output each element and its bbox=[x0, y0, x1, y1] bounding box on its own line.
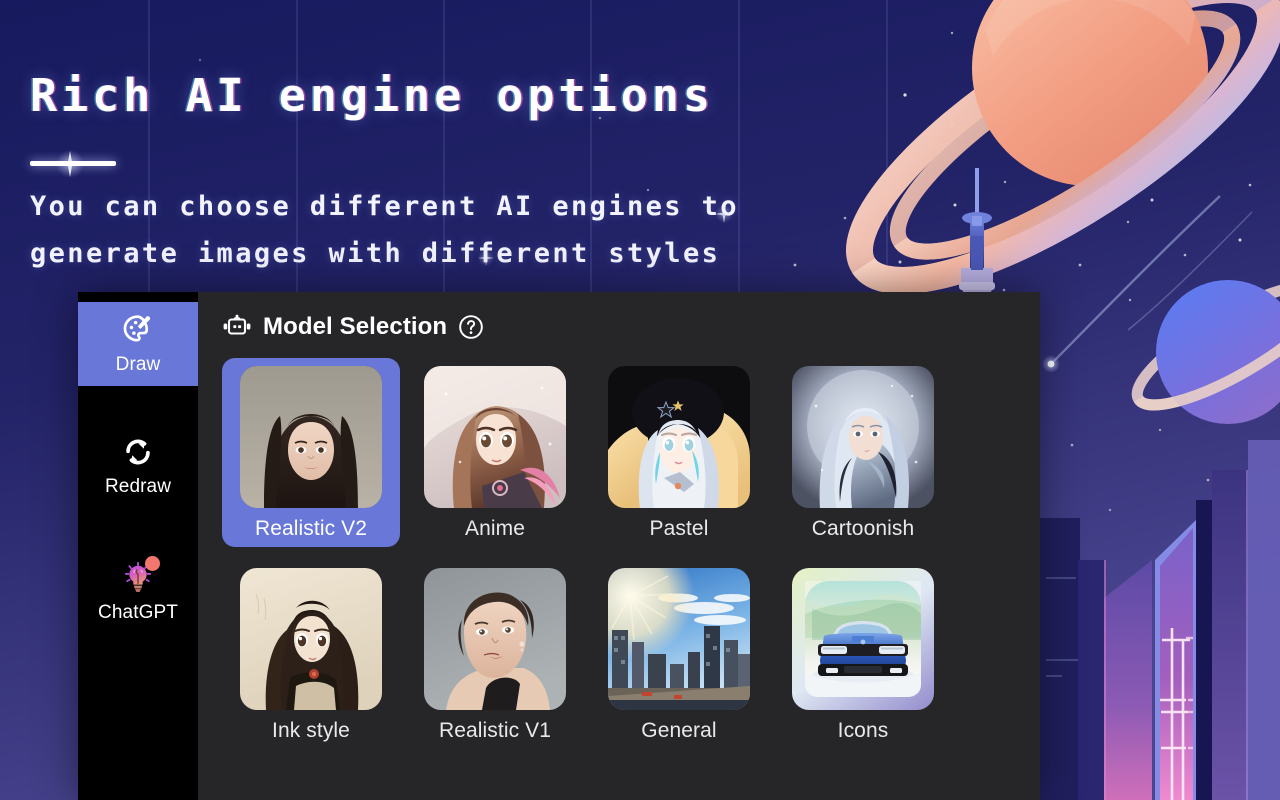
sidebar-item-label-chatgpt: ChatGPT bbox=[98, 602, 178, 623]
title-divider bbox=[30, 161, 116, 166]
sidebar-item-redraw[interactable]: Redraw bbox=[78, 424, 198, 508]
model-grid-row-2: Ink style Realistic V1 General Icons bbox=[222, 560, 1040, 749]
palette-icon bbox=[123, 315, 151, 342]
model-selection-panel: Model Selection Realistic V2 Anime Paste… bbox=[198, 292, 1040, 800]
model-thumbnail-anime bbox=[424, 366, 566, 508]
hero-subtitle-block: You can choose different AI engines to g… bbox=[30, 183, 930, 278]
model-label-cartoonish: Cartoonish bbox=[811, 517, 915, 540]
sidebar: Draw Redraw ChatGPT bbox=[78, 292, 198, 800]
model-label-general: General bbox=[641, 719, 717, 742]
model-card-pastel[interactable]: Pastel bbox=[590, 358, 768, 547]
palette-icon-wrap bbox=[118, 312, 158, 348]
model-label-icons: Icons bbox=[837, 719, 889, 742]
model-label-realistic-v1: Realistic V1 bbox=[438, 719, 552, 742]
thumb-art-realistic-v1 bbox=[424, 568, 566, 710]
refresh-icon bbox=[126, 439, 150, 465]
sidebar-item-label-draw: Draw bbox=[115, 354, 161, 375]
thumb-art-cartoonish bbox=[792, 366, 934, 508]
hero-heading-block: Rich AI engine options bbox=[30, 69, 810, 122]
question-circle-icon[interactable] bbox=[458, 314, 484, 340]
model-label-realistic-v2: Realistic V2 bbox=[254, 517, 368, 540]
thumb-art-anime bbox=[424, 366, 566, 508]
sidebar-item-chatgpt[interactable]: ChatGPT bbox=[78, 550, 198, 634]
sidebar-item-label-redraw: Redraw bbox=[104, 476, 172, 497]
sidebar-item-draw[interactable]: Draw bbox=[78, 302, 198, 386]
refresh-icon-wrap bbox=[118, 434, 158, 470]
model-thumbnail-cartoonish bbox=[792, 366, 934, 508]
model-label-anime: Anime bbox=[464, 517, 526, 540]
model-thumbnail-ink-style bbox=[240, 568, 382, 710]
robot-icon bbox=[223, 314, 251, 335]
thumb-art-ink-style bbox=[240, 568, 382, 710]
thumb-art-general bbox=[608, 568, 750, 710]
model-card-ink-style[interactable]: Ink style bbox=[222, 560, 400, 749]
panel-header: Model Selection bbox=[222, 310, 1040, 344]
model-card-general[interactable]: General bbox=[590, 560, 768, 749]
model-thumbnail-realistic-v2 bbox=[240, 366, 382, 508]
model-thumbnail-realistic-v1 bbox=[424, 568, 566, 710]
model-thumbnail-icons bbox=[792, 568, 934, 710]
model-card-anime[interactable]: Anime bbox=[406, 358, 584, 547]
page-title: Rich AI engine options bbox=[30, 69, 715, 122]
model-grid-row-1: Realistic V2 Anime Pastel Cartoonish bbox=[222, 358, 1040, 547]
model-thumbnail-general bbox=[608, 568, 750, 710]
model-thumbnail-pastel bbox=[608, 366, 750, 508]
thumb-art-pastel bbox=[608, 366, 750, 508]
model-label-ink-style: Ink style bbox=[272, 719, 350, 742]
model-label-pastel: Pastel bbox=[649, 517, 709, 540]
model-card-icons[interactable]: Icons bbox=[774, 560, 952, 749]
app-window: Draw Redraw ChatGPT Model Selection Real… bbox=[78, 292, 1040, 800]
subtitle-line-1: You can choose different AI engines to bbox=[30, 191, 739, 222]
panel-title: Model Selection bbox=[263, 313, 448, 340]
thumb-art-realistic-v2 bbox=[240, 366, 382, 508]
lightbulb-brain-icon-wrap bbox=[118, 556, 160, 596]
model-card-realistic-v2[interactable]: Realistic V2 bbox=[222, 358, 400, 547]
notification-badge-dot bbox=[145, 556, 160, 571]
model-card-realistic-v1[interactable]: Realistic V1 bbox=[406, 560, 584, 749]
model-card-cartoonish[interactable]: Cartoonish bbox=[774, 358, 952, 547]
thumb-art-icons bbox=[792, 568, 934, 710]
subtitle-line-2: generate images with different styles bbox=[30, 238, 721, 270]
